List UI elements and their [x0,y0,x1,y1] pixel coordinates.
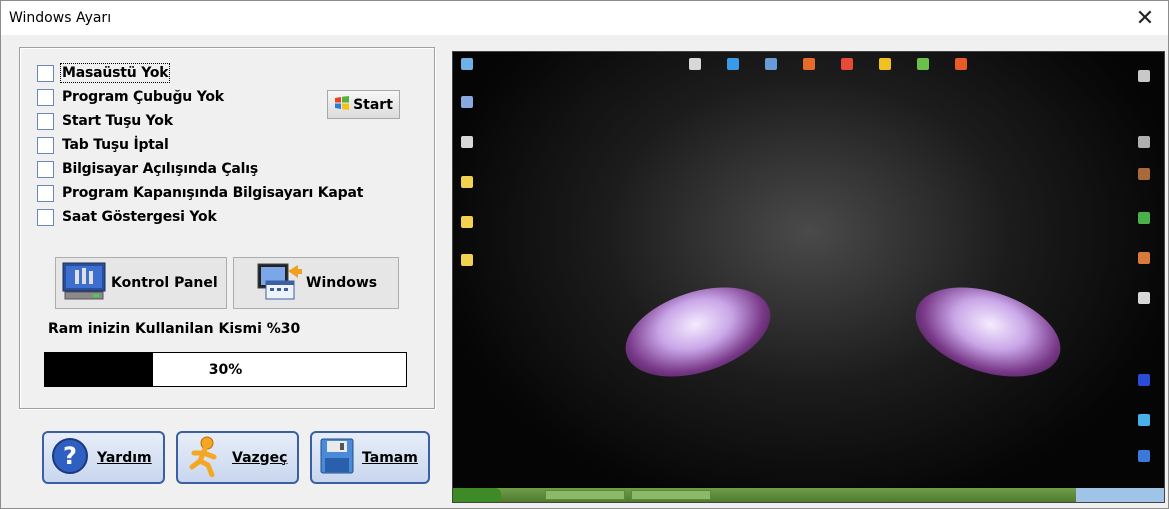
windows-flag-icon [334,95,350,115]
desktop-icon [1138,374,1150,386]
option-run-on-startup[interactable]: Bilgisayar Açılışında Çalış [37,159,258,179]
wallpaper-right-eye [904,270,1072,394]
option-label: Program Kapanışında Bilgisayarı Kapat [62,185,364,201]
title-bar: Windows Ayarı ✕ [1,1,1168,35]
close-button[interactable]: ✕ [1122,1,1168,35]
desktop-icon [841,58,853,70]
window-title: Windows Ayarı [9,10,112,26]
option-clock-hidden[interactable]: Saat Göstergesi Yok [37,207,217,227]
running-man-icon [184,435,226,481]
preview-taskbar-item [545,490,625,500]
cancel-label: Vazgeç [232,449,288,466]
folder-icon [461,254,473,266]
desktop-icon [1138,252,1150,264]
folder-icon [461,176,473,188]
checkbox[interactable] [37,112,54,130]
checkbox[interactable] [37,88,54,106]
ram-usage-label: Ram inizin Kullanilan Kismi %30 [48,321,301,337]
desktop-icon [727,58,739,70]
start-button-label: Start [353,96,393,113]
folder-icon [461,216,473,228]
desktop-icon [461,58,473,70]
checkbox[interactable] [37,160,54,178]
option-desktop-hidden[interactable]: Masaüstü Yok [37,63,171,83]
ok-button[interactable]: Tamam [310,431,430,484]
option-start-button-hidden[interactable]: Start Tuşu Yok [37,111,173,131]
option-tab-key-disabled[interactable]: Tab Tuşu İptal [37,135,169,155]
option-shutdown-on-close[interactable]: Program Kapanışında Bilgisayarı Kapat [37,183,363,203]
progress-text: 30% [208,361,243,378]
floppy-disk-icon [320,438,354,478]
option-label: Saat Göstergesi Yok [62,209,217,225]
option-label: Masaüstü Yok [59,63,171,83]
desktop-icon [917,58,929,70]
help-label: Yardım [97,449,152,466]
help-button[interactable]: ? Yardım [42,431,165,484]
option-label: Tab Tuşu İptal [62,137,169,153]
control-panel-icon [61,261,107,305]
windows-label: Windows [306,275,378,291]
help-icon: ? [51,437,89,479]
desktop-icon [879,58,891,70]
control-panel-button[interactable]: Kontrol Panel [55,257,227,309]
desktop-icon [765,58,777,70]
windows-settings-icon [256,261,302,305]
checkbox[interactable] [37,136,54,154]
desktop-icon [1138,292,1150,304]
desktop-icon [1138,70,1150,82]
checkbox[interactable] [37,64,54,82]
control-panel-label: Kontrol Panel [111,275,218,291]
desktop-icon [1138,168,1150,180]
checkbox[interactable] [37,184,54,202]
windows-button[interactable]: Windows [233,257,399,309]
desktop-icon [1138,450,1150,462]
option-label: Start Tuşu Yok [62,113,173,129]
close-icon: ✕ [1135,5,1155,30]
desktop-icon [1138,136,1150,148]
desktop-icon [689,58,701,70]
desktop-preview-image [452,51,1165,503]
desktop-icon [803,58,815,70]
ok-label: Tamam [362,449,418,466]
option-label: Bilgisayar Açılışında Çalış [62,161,259,177]
wallpaper-left-eye [614,270,782,394]
option-taskbar-hidden[interactable]: Program Çubuğu Yok [37,87,224,107]
start-button[interactable]: Start [327,90,400,119]
preview-system-tray [1076,488,1164,502]
option-label: Program Çubuğu Yok [62,89,224,105]
preview-taskbar-item [631,490,711,500]
desktop-icon [955,58,967,70]
desktop-icon [1138,414,1150,426]
preview-taskbar [453,488,1164,502]
svg-text:?: ? [63,442,77,470]
windows-settings-dialog: Windows Ayarı ✕ Masaüstü Yok Program Çub… [0,0,1169,509]
desktop-icon [461,136,473,148]
desktop-icon [461,96,473,108]
ram-usage-progress: 30% [44,352,407,387]
preview-start-button [453,488,501,502]
checkbox[interactable] [37,208,54,226]
desktop-icon [1138,212,1150,224]
cancel-button[interactable]: Vazgeç [176,431,299,484]
